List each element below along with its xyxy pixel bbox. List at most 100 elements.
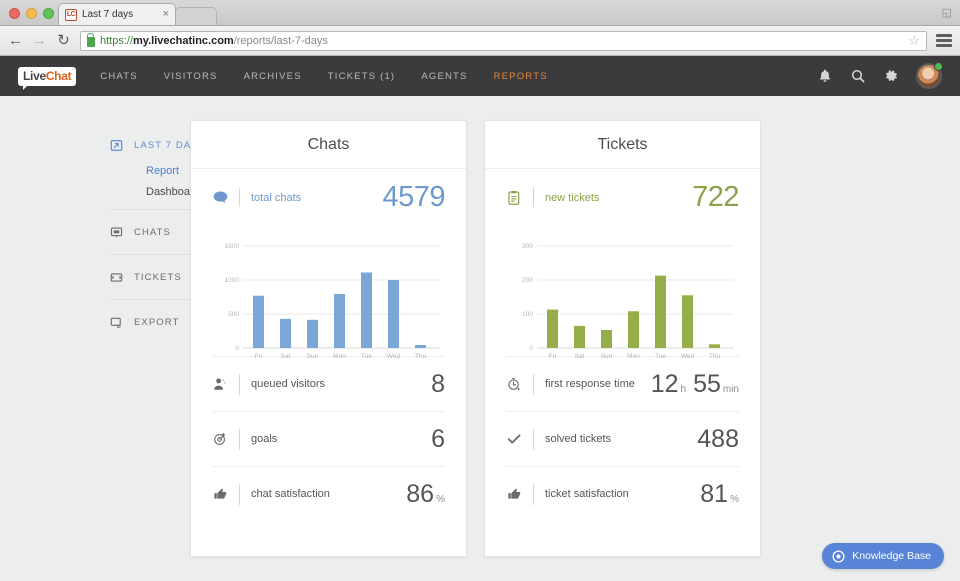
- livechat-logo[interactable]: LiveChat: [18, 67, 76, 86]
- total-chats-metric[interactable]: total chats 4579: [212, 169, 445, 226]
- metric-unit: %: [436, 494, 445, 505]
- tab-favicon: LC: [65, 9, 77, 21]
- search-icon[interactable]: [850, 68, 866, 84]
- metric-divider: [239, 188, 240, 207]
- metric-number: 488: [697, 425, 739, 454]
- ticket-satisfaction-label: ticket satisfaction: [545, 488, 689, 500]
- sidebar-item-export[interactable]: EXPORT: [110, 307, 190, 337]
- sidebar-item-chats[interactable]: CHATS: [110, 217, 190, 247]
- lifebuoy-icon: [832, 550, 845, 563]
- tab-title: Last 7 days: [82, 9, 163, 20]
- metric-divider: [239, 429, 240, 450]
- sidebar: LAST 7 DAYS Report Dashboard CHATS TICKE…: [0, 120, 190, 581]
- sidebar-item-tickets[interactable]: TICKETS: [110, 262, 190, 292]
- first-response-time-metric[interactable]: first response time 12 h 55 min: [506, 356, 739, 411]
- svg-text:Tue: Tue: [655, 353, 666, 360]
- star-icon[interactable]: ☆: [908, 33, 920, 49]
- back-button[interactable]: ←: [8, 33, 23, 48]
- sidebar-item-label: EXPORT: [134, 317, 180, 328]
- metric-number: 8: [431, 370, 445, 399]
- reload-button[interactable]: ↻: [56, 33, 71, 48]
- knowledge-base-button[interactable]: Knowledge Base: [822, 543, 944, 569]
- metric-number-hours: 12: [651, 370, 679, 399]
- svg-text:Fri: Fri: [255, 353, 263, 360]
- browser-tab[interactable]: LC Last 7 days ×: [58, 3, 176, 25]
- nav-item-archives[interactable]: ARCHIVES: [244, 71, 302, 82]
- tab-close-icon[interactable]: ×: [163, 9, 169, 20]
- window-controls[interactable]: [9, 8, 54, 19]
- nav-item-agents[interactable]: AGENTS: [421, 71, 467, 82]
- logo-text-live: Live: [23, 69, 46, 83]
- page-content: LAST 7 DAYS Report Dashboard CHATS TICKE…: [0, 96, 960, 581]
- ticket-satisfaction-value: 81 %: [700, 480, 739, 509]
- status-badge: [934, 62, 943, 71]
- primary-nav: CHATS VISITORS ARCHIVES TICKETS (1) AGEN…: [100, 71, 547, 82]
- solved-tickets-metric[interactable]: solved tickets 488: [506, 411, 739, 466]
- hamburger-menu-icon[interactable]: [936, 34, 952, 47]
- check-icon: [506, 432, 522, 446]
- thumbs-up-icon: [212, 487, 228, 501]
- metric-number: 6: [431, 425, 445, 454]
- avatar[interactable]: [916, 63, 942, 89]
- svg-text:Sun: Sun: [601, 353, 613, 360]
- metric-divider: [239, 374, 240, 395]
- url-path: /reports/last-7-days: [234, 35, 328, 47]
- svg-text:Mon: Mon: [333, 353, 346, 360]
- stopwatch-icon: [506, 377, 522, 391]
- svg-text:500: 500: [228, 311, 239, 318]
- close-window-button[interactable]: [9, 8, 20, 19]
- tickets-bar-chart: 300 200 100 0: [506, 226, 739, 356]
- chart-ytick-labels: 1500 1000 500 0: [225, 243, 240, 352]
- sidebar-item-label: TICKETS: [134, 272, 182, 283]
- chart-bars: [253, 273, 426, 349]
- nav-actions: [817, 63, 942, 89]
- chat-satisfaction-metric[interactable]: chat satisfaction 86 %: [212, 466, 445, 521]
- chart-bars: [547, 276, 720, 348]
- metric-unit-hours: h: [681, 384, 687, 395]
- gear-icon[interactable]: [883, 68, 899, 84]
- solved-tickets-value: 488: [697, 425, 739, 454]
- nav-item-chats[interactable]: CHATS: [100, 71, 138, 82]
- svg-text:1500: 1500: [225, 243, 240, 250]
- svg-text:Wed: Wed: [387, 353, 401, 360]
- new-tab-button[interactable]: [175, 7, 217, 25]
- metric-divider: [239, 484, 240, 505]
- chart-xtick-labels: Fri Sat Sun Mon Tue Wed Thu: [255, 353, 427, 360]
- svg-text:200: 200: [522, 277, 533, 284]
- calendar-icon: [110, 139, 123, 152]
- target-icon: [212, 432, 228, 446]
- svg-text:0: 0: [529, 345, 533, 352]
- bell-icon[interactable]: [817, 68, 833, 84]
- ticket-satisfaction-metric[interactable]: ticket satisfaction 81 %: [506, 466, 739, 521]
- svg-text:300: 300: [522, 243, 533, 250]
- svg-text:0: 0: [235, 345, 239, 352]
- minimize-window-button[interactable]: [26, 8, 37, 19]
- queued-visitors-metric[interactable]: queued visitors 8: [212, 356, 445, 411]
- report-cards: Chats total chats 4579: [190, 120, 761, 581]
- goals-label: goals: [251, 433, 420, 445]
- new-tickets-metric[interactable]: new tickets 722: [506, 169, 739, 226]
- metric-divider: [533, 429, 534, 450]
- metric-divider: [533, 374, 534, 395]
- nav-item-reports[interactable]: REPORTS: [494, 71, 548, 82]
- svg-text:Thu: Thu: [709, 353, 721, 360]
- tickets-card-title: Tickets: [485, 121, 760, 169]
- zoom-window-button[interactable]: [43, 8, 54, 19]
- queue-icon: [212, 377, 228, 391]
- address-bar[interactable]: https://my.livechatinc.com/reports/last-…: [80, 31, 927, 51]
- forward-button[interactable]: →: [32, 33, 47, 48]
- metric-divider: [533, 188, 534, 207]
- nav-item-tickets[interactable]: TICKETS (1): [328, 71, 396, 82]
- chat-satisfaction-value: 86 %: [406, 480, 445, 509]
- svg-text:Thu: Thu: [415, 353, 427, 360]
- tickets-chart-svg: 300 200 100 0: [506, 232, 741, 360]
- nav-item-visitors[interactable]: VISITORS: [164, 71, 218, 82]
- chats-chart-svg: 1500 1000 500 0: [212, 232, 447, 360]
- ticket-icon: [110, 271, 123, 284]
- thumbs-up-icon: [506, 487, 522, 501]
- chat-icon: [110, 226, 123, 239]
- goals-metric[interactable]: goals 6: [212, 411, 445, 466]
- maximize-icon[interactable]: ◱: [942, 6, 952, 19]
- knowledge-base-label: Knowledge Base: [852, 550, 931, 562]
- browser-toolbar: ← → ↻ https://my.livechatinc.com/reports…: [0, 26, 960, 56]
